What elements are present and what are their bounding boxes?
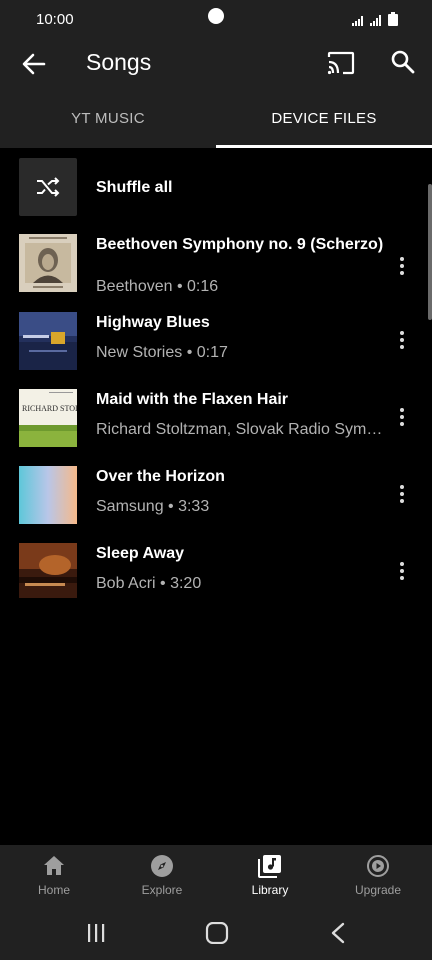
status-time: 10:00 (36, 11, 74, 28)
song-title: Beethoven Symphony no. 9 (Scherzo) (96, 236, 384, 253)
song-subtitle: New Stories • 0:17 (96, 344, 228, 361)
shuffle-icon (37, 177, 60, 197)
bottom-nav: Home Explore Library Upgrade (0, 845, 432, 905)
cast-icon[interactable] (326, 49, 356, 77)
song-subtitle: Bob Acri • 3:20 (96, 575, 202, 592)
page-title: Songs (86, 49, 152, 75)
list-item[interactable]: RICHARD STOLTZMAN Maid with the Flaxen H… (0, 389, 432, 459)
home-icon (44, 856, 64, 875)
song-subtitle: Samsung • 3:33 (96, 498, 210, 515)
song-title: Highway Blues (96, 314, 210, 331)
front-camera (208, 8, 224, 24)
tab-yt-music[interactable]: YT MUSIC (0, 92, 216, 148)
upgrade-icon (367, 855, 389, 877)
list-item[interactable]: Highway Blues New Stories • 0:17 (0, 312, 432, 382)
wifi-icon (352, 16, 363, 26)
shuffle-all-label: Shuffle all (96, 179, 173, 196)
nav-explore[interactable]: Explore (108, 845, 216, 905)
more-options-icon[interactable] (394, 328, 410, 352)
search-icon[interactable] (390, 49, 416, 75)
song-subtitle: Richard Stoltzman, Slovak Radio Symphony… (96, 421, 386, 438)
nav-label: Library (251, 883, 289, 897)
shuffle-icon-tile (19, 158, 77, 216)
tab-bar: YT MUSIC DEVICE FILES (0, 92, 432, 148)
album-art-maid-flaxen-hair: RICHARD STOLTZMAN (19, 389, 77, 447)
tab-label: DEVICE FILES (271, 110, 377, 127)
album-art-sleep-away (19, 543, 77, 598)
signal-icon (370, 15, 381, 26)
song-title: Maid with the Flaxen Hair (96, 391, 289, 408)
home-button-icon[interactable] (205, 922, 229, 944)
tab-device-files[interactable]: DEVICE FILES (216, 92, 432, 148)
nav-home[interactable]: Home (0, 845, 108, 905)
album-art-text: RICHARD STOLTZMAN (22, 404, 77, 413)
nav-label: Home (37, 883, 70, 897)
more-options-icon[interactable] (394, 482, 410, 506)
album-art-beethoven (19, 234, 77, 292)
back-button-icon[interactable] (330, 922, 346, 944)
tab-label: YT MUSIC (71, 110, 145, 127)
nav-upgrade[interactable]: Upgrade (324, 845, 432, 905)
album-art-over-the-horizon (19, 466, 77, 524)
back-arrow-icon[interactable] (20, 50, 48, 78)
song-title: Sleep Away (96, 545, 185, 562)
library-icon (258, 855, 281, 878)
nav-label: Upgrade (354, 883, 402, 897)
list-item[interactable]: Sleep Away Bob Acri • 3:20 (0, 543, 432, 598)
song-title: Over the Horizon (96, 468, 225, 485)
nav-library[interactable]: Library (216, 845, 324, 905)
system-status-icons (352, 12, 398, 26)
status-bar: 10:00 (0, 0, 432, 40)
compass-icon (151, 855, 173, 877)
song-list[interactable]: Shuffle all Beethoven Symphony no. 9 (Sc… (0, 148, 432, 598)
battery-icon (388, 12, 398, 26)
shuffle-all-button[interactable]: Shuffle all (0, 156, 432, 216)
nav-label: Explore (141, 883, 183, 897)
scrollbar[interactable] (428, 184, 432, 320)
list-item[interactable]: Over the Horizon Samsung • 3:33 (0, 466, 432, 536)
more-options-icon[interactable] (394, 559, 410, 583)
recent-apps-icon[interactable] (86, 923, 106, 943)
more-options-icon[interactable] (394, 405, 410, 429)
more-options-icon[interactable] (394, 254, 410, 278)
album-art-highway-blues (19, 312, 77, 370)
list-item[interactable]: Beethoven Symphony no. 9 (Scherzo) Beeth… (0, 234, 432, 304)
system-nav-bar (0, 905, 432, 960)
song-subtitle: Beethoven • 0:16 (96, 278, 219, 295)
app-bar: Songs (0, 40, 432, 92)
